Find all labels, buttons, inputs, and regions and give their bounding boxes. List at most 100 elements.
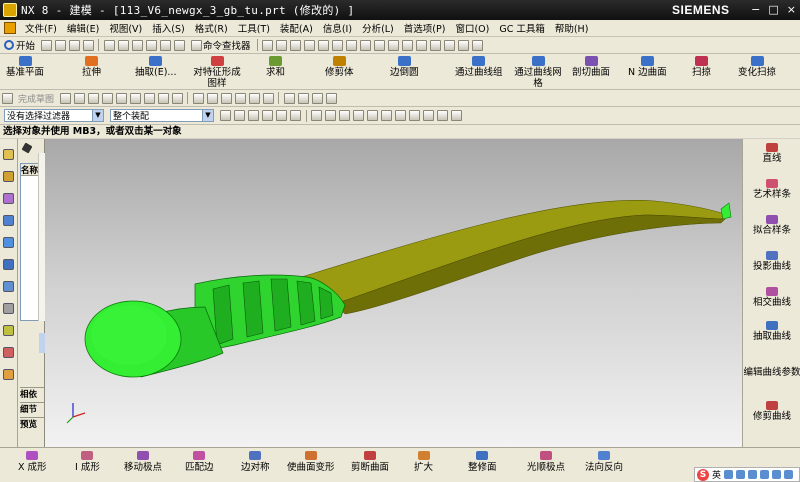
selection-scope-select[interactable]: 整个装配 ▼ [110, 109, 214, 122]
point-on-curve-icon[interactable] [409, 110, 420, 121]
part-navigator-icon[interactable] [3, 193, 14, 204]
hd3d-tools-icon[interactable] [3, 237, 14, 248]
wcs-icon[interactable] [290, 39, 302, 51]
moon-icon[interactable] [724, 470, 734, 479]
menu-help[interactable]: 帮助(H) [550, 21, 594, 35]
menu-insert[interactable]: 插入(S) [147, 21, 189, 35]
point-on-face-icon[interactable] [423, 110, 434, 121]
mid-point-icon[interactable] [325, 110, 336, 121]
start-button[interactable]: 开始 [0, 38, 39, 52]
select-all-icon[interactable] [290, 110, 301, 121]
sketch-icon[interactable] [1, 92, 13, 104]
cut-icon[interactable] [103, 39, 115, 51]
extrude-button[interactable]: 拉伸 [82, 56, 101, 78]
unite-button[interactable]: 求和 [266, 56, 285, 78]
constraint-navigator-icon[interactable] [3, 171, 14, 182]
trim-body-button[interactable]: 修剪体 [325, 56, 354, 78]
system-materials-icon[interactable] [3, 303, 14, 314]
through-curve-mesh-button[interactable]: 通过曲线网格 [510, 56, 566, 89]
copy-icon[interactable] [117, 39, 129, 51]
extend-icon[interactable] [206, 92, 218, 104]
zoom-icon[interactable] [318, 39, 330, 51]
fit-icon[interactable] [304, 39, 316, 51]
fit-spline-button[interactable]: 拟合样条 [743, 215, 800, 236]
spline-icon[interactable] [297, 92, 309, 104]
process-studio-icon[interactable] [3, 325, 14, 336]
work-layer-icon[interactable] [276, 110, 287, 121]
corner-icon[interactable] [220, 92, 232, 104]
constraint-icon[interactable] [234, 92, 246, 104]
intersect-icon[interactable] [325, 92, 337, 104]
dimension-icon[interactable] [248, 92, 260, 104]
end-point-icon[interactable] [311, 110, 322, 121]
deform-surface-button[interactable]: 使曲面变形 [287, 451, 335, 473]
shade-icon[interactable] [276, 39, 288, 51]
navigator-tree[interactable]: 名称 [20, 163, 40, 321]
rotate-icon[interactable] [332, 39, 344, 51]
n-sided-surface-button[interactable]: N 边曲面 [628, 56, 667, 78]
details-section[interactable]: 细节 [20, 402, 44, 416]
preview-section[interactable]: 预览 [20, 417, 44, 431]
menu-format[interactable]: 格式(R) [190, 21, 233, 35]
i-form-button[interactable]: I 成形 [75, 451, 100, 473]
intersection-curve-button[interactable]: 相交曲线 [743, 287, 800, 308]
keyboard-icon[interactable] [748, 470, 758, 479]
refit-face-button[interactable]: 整修面 [468, 451, 497, 473]
type-filter-select[interactable]: 没有选择过滤器 ▼ [4, 109, 104, 122]
menu-tools[interactable]: 工具(T) [233, 21, 275, 35]
selection-intent-icon[interactable] [248, 110, 259, 121]
tools-icon[interactable] [784, 470, 794, 479]
enlarge-button[interactable]: 扩大 [414, 451, 433, 473]
circle-icon[interactable] [101, 92, 113, 104]
point-icon[interactable] [143, 92, 155, 104]
graphics-window[interactable] [45, 139, 742, 447]
menu-edit[interactable]: 编辑(E) [62, 21, 104, 35]
quadrant-point-icon[interactable] [381, 110, 392, 121]
datum-plane-button[interactable]: 基准平面 [6, 56, 44, 78]
reverse-normal-button[interactable]: 法向反向 [585, 451, 623, 473]
menu-preferences[interactable]: 首选项(P) [399, 21, 451, 35]
paste-icon[interactable] [131, 39, 143, 51]
trim-curve-button[interactable]: 修剪曲线 [743, 401, 800, 422]
snap-point-icon[interactable] [234, 110, 245, 121]
snap-icon[interactable] [416, 39, 428, 51]
arc-center-icon[interactable] [367, 110, 378, 121]
curve-icon[interactable] [283, 92, 295, 104]
ime-toolbar[interactable]: S 英 [694, 467, 800, 482]
swept-button[interactable]: 扫掠 [692, 56, 711, 78]
user-icon[interactable] [760, 470, 770, 479]
move-pole-button[interactable]: 移动极点 [124, 451, 162, 473]
color-icon[interactable] [430, 39, 442, 51]
intersection-point-icon[interactable] [353, 110, 364, 121]
edge-blend-button[interactable]: 边倒圆 [390, 56, 419, 78]
new-file-icon[interactable] [40, 39, 52, 51]
through-curves-button[interactable]: 通过曲线组 [455, 56, 503, 78]
history-icon[interactable] [3, 281, 14, 292]
navigator-scrollbar[interactable] [38, 153, 45, 353]
divide-surface-button[interactable]: 剪断曲面 [351, 451, 389, 473]
name-column-header[interactable]: 名称 [21, 164, 39, 176]
print-icon[interactable] [82, 39, 94, 51]
web-browser-icon[interactable] [3, 259, 14, 270]
redo-icon[interactable] [173, 39, 185, 51]
grid-icon[interactable] [458, 39, 470, 51]
menu-info[interactable]: 信息(I) [318, 21, 357, 35]
dependents-section[interactable]: 相依 [20, 387, 44, 401]
pin-icon[interactable] [21, 142, 33, 154]
open-file-icon[interactable] [54, 39, 66, 51]
mirror-icon[interactable] [171, 92, 183, 104]
rectangle-icon[interactable] [129, 92, 141, 104]
offset-icon[interactable] [157, 92, 169, 104]
system-menu-icon[interactable] [4, 22, 16, 34]
line-button[interactable]: 直线 [743, 143, 800, 164]
section-surface-button[interactable]: 剖切曲面 [572, 56, 610, 78]
measure-icon[interactable] [472, 39, 484, 51]
delete-icon[interactable] [145, 39, 157, 51]
extract-curve-button[interactable]: 抽取曲线 [743, 321, 800, 342]
skin-icon[interactable] [772, 470, 782, 479]
render-style-icon[interactable] [360, 39, 372, 51]
project-curve-button[interactable]: 投影曲线 [743, 251, 800, 272]
view-orient-icon[interactable] [374, 39, 386, 51]
edit-curve-parameters-button[interactable]: 编辑曲线参数 [743, 367, 800, 378]
minimize-button[interactable]: − [751, 3, 760, 16]
